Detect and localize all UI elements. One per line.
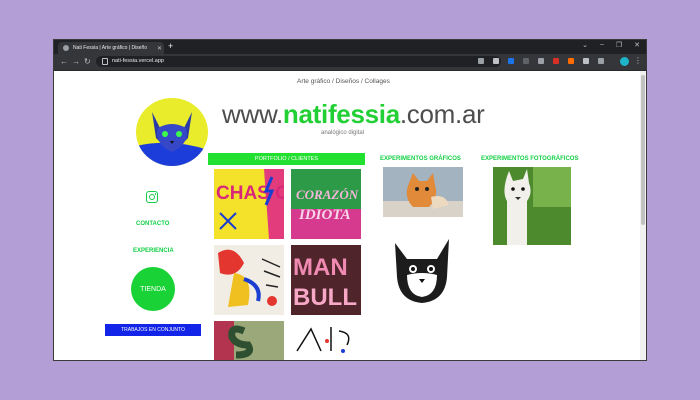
site-title: www.natifessia.com.ar bbox=[222, 99, 485, 130]
side-panel-icon[interactable] bbox=[598, 58, 604, 64]
lock-icon bbox=[102, 58, 108, 65]
address-bar[interactable]: nati-fessia.vercel.app bbox=[96, 56, 501, 67]
extension-lock-icon[interactable] bbox=[538, 58, 544, 64]
share-icon[interactable] bbox=[478, 58, 484, 64]
contacto-link[interactable]: CONTACTO bbox=[136, 221, 169, 227]
puzzle-icon[interactable] bbox=[583, 58, 589, 64]
portfolio-thumb-chas-osas[interactable]: CHAS OSAS bbox=[214, 169, 284, 239]
site-title-highlight: natifessia bbox=[282, 99, 400, 129]
experimentos-graficos-heading[interactable]: EXPERIMENTOS GRÁFICOS bbox=[380, 156, 461, 162]
trabajos-en-conjunto-button[interactable]: TRABAJOS EN CONJUNTO bbox=[105, 324, 201, 336]
minimize-icon[interactable]: – bbox=[600, 41, 604, 49]
thumb-text-man: MAN bbox=[293, 254, 348, 281]
browser-menu-icon[interactable]: ⋮ bbox=[634, 56, 642, 65]
extensions-row bbox=[478, 58, 604, 64]
portfolio-thumb-illustration[interactable] bbox=[214, 245, 284, 315]
portfolio-clientes-bar[interactable]: PORTFOLIO / CLIENTES bbox=[208, 153, 365, 165]
experiencia-link[interactable]: EXPERIENCIA bbox=[133, 248, 174, 254]
url-text: nati-fessia.vercel.app bbox=[112, 58, 164, 64]
browser-toolbar: ← → ↻ nati-fessia.vercel.app ⋮ bbox=[54, 54, 646, 71]
site-title-prefix: www. bbox=[222, 99, 283, 129]
browser-window: Nati Fessia | Arte gráfico | Diseño ✕ + … bbox=[54, 40, 646, 360]
portfolio-thumb-man-bull[interactable]: MAN BULL bbox=[291, 245, 361, 315]
new-tab-button[interactable]: + bbox=[168, 41, 173, 51]
extension-gray-icon[interactable] bbox=[523, 58, 529, 64]
experimentos-fotograficos-heading[interactable]: EXPERIMENTOS FOTOGRÁFICOS bbox=[481, 156, 578, 162]
cat-logo[interactable] bbox=[136, 98, 208, 166]
tab-bar: Nati Fessia | Arte gráfico | Diseño ✕ + … bbox=[54, 40, 646, 54]
site-title-suffix: .com.ar bbox=[399, 99, 485, 129]
page-subtitle: Arte gráfico / Diseños / Collages bbox=[297, 78, 390, 85]
bookmark-star-icon[interactable] bbox=[493, 58, 499, 64]
thumb-text-bull: BULL bbox=[293, 284, 357, 311]
experimento-grafico-cat-drawing[interactable] bbox=[387, 231, 457, 307]
instagram-icon[interactable] bbox=[146, 191, 158, 203]
extension-blue-icon[interactable] bbox=[508, 58, 514, 64]
tienda-button[interactable]: TIENDA bbox=[131, 267, 175, 311]
extension-orange-icon[interactable] bbox=[568, 58, 574, 64]
window-controls: ⌄ – ❐ ✕ bbox=[582, 41, 640, 49]
thumb-text-corazon: CORAZÓN bbox=[296, 187, 359, 202]
back-icon[interactable]: ← bbox=[60, 57, 68, 66]
portfolio-thumb-green-s[interactable] bbox=[214, 321, 284, 360]
reload-icon[interactable]: ↻ bbox=[84, 57, 91, 66]
close-window-icon[interactable]: ✕ bbox=[634, 41, 640, 49]
page-scrollbar[interactable] bbox=[640, 71, 646, 360]
portfolio-thumb-sketch[interactable] bbox=[291, 321, 361, 360]
portfolio-thumb-corazon-idiota[interactable]: CORAZÓN IDIOTA bbox=[291, 169, 361, 239]
tab-search-icon[interactable]: ⌄ bbox=[582, 41, 588, 49]
tab-close-icon[interactable]: ✕ bbox=[157, 45, 162, 52]
thumb-text-chas-osas: CHAS OSAS bbox=[216, 183, 284, 204]
tagline: analógico digital bbox=[321, 130, 365, 136]
forward-icon[interactable]: → bbox=[72, 57, 80, 66]
page-viewport: Arte gráfico / Diseños / Collages www.na… bbox=[54, 71, 646, 360]
extension-red-icon[interactable] bbox=[553, 58, 559, 64]
restore-icon[interactable]: ❐ bbox=[616, 41, 622, 49]
favicon-icon bbox=[63, 45, 69, 51]
profile-avatar[interactable] bbox=[620, 57, 629, 66]
thumb-text-idiota: IDIOTA bbox=[298, 207, 351, 223]
experimento-grafico-kitten-photo[interactable] bbox=[383, 167, 463, 217]
tab-title: Nati Fessia | Arte gráfico | Diseño bbox=[73, 45, 148, 51]
browser-tab[interactable]: Nati Fessia | Arte gráfico | Diseño ✕ bbox=[58, 42, 164, 54]
experimento-fotografico-alpaca[interactable] bbox=[493, 167, 571, 245]
page-scrollbar-thumb[interactable] bbox=[641, 75, 645, 225]
